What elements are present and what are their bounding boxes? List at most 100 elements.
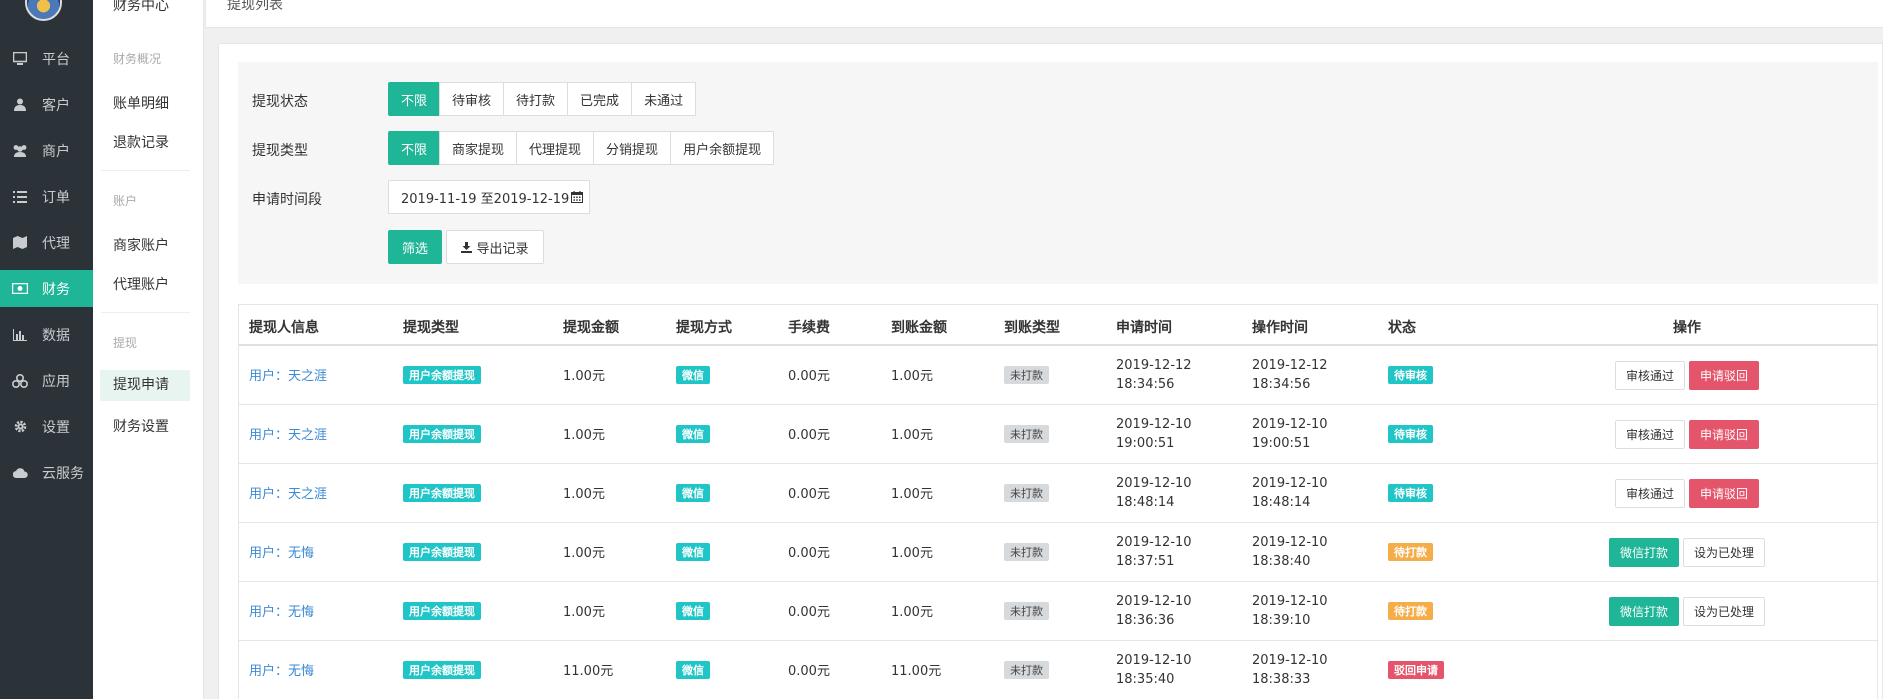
method-badge: 微信	[676, 484, 710, 502]
receive-type-badge: 未打款	[1004, 484, 1049, 502]
type-option-user-balance[interactable]: 用户余额提现	[670, 131, 775, 165]
submenu-item-bills[interactable]: 账单明细	[113, 93, 169, 113]
amount-value: 1.00元	[563, 369, 605, 384]
mark-processed-button[interactable]: 设为已处理	[1683, 538, 1765, 567]
status-option-all[interactable]: 不限	[388, 82, 441, 116]
submenu-item-finance-settings[interactable]: 财务设置	[113, 416, 169, 436]
calendar-icon	[571, 191, 584, 203]
wechat-pay-button[interactable]: 微信打款	[1609, 538, 1679, 567]
status-option-rejected[interactable]: 未通过	[631, 82, 697, 116]
filter-button[interactable]: 筛选	[388, 230, 442, 264]
type-filter-label: 提现类型	[252, 143, 308, 159]
nav-item-settings[interactable]: 设置	[0, 408, 93, 445]
nav-item-agent[interactable]: 代理	[0, 224, 93, 261]
nav-item-apps[interactable]: 应用	[0, 362, 93, 399]
nav-label: 平台	[42, 51, 70, 68]
amount-value: 1.00元	[563, 487, 605, 502]
column-header-actions: 操作	[1673, 320, 1701, 336]
type-badge: 用户余额提现	[403, 543, 481, 561]
finance-submenu: 财务中心 财务概况 账单明细 退款记录 账户 商家账户 代理账户 提现 提现申请…	[93, 0, 204, 699]
topbar-divider	[205, 0, 206, 28]
date-range-input[interactable]: 2019-11-19 至2019-12-19	[388, 180, 590, 214]
type-option-merchant[interactable]: 商家提现	[439, 131, 518, 165]
nav-label: 代理	[42, 235, 70, 252]
submenu-item-merchant-account[interactable]: 商家账户	[113, 235, 169, 255]
receive-type-badge: 未打款	[1004, 543, 1049, 561]
status-option-pending-payment[interactable]: 待打款	[503, 82, 569, 116]
nav-item-customer[interactable]: 客户	[0, 86, 93, 123]
op-time: 2019-12-12 18:34:56	[1252, 358, 1328, 392]
table-row: 用户：天之涯 用户余额提现 1.00元 微信 0.00元 1.00元 未打款 2…	[238, 405, 1878, 464]
export-button-label: 导出记录	[476, 241, 529, 257]
nav-item-merchant[interactable]: 商户	[0, 132, 93, 169]
user-link[interactable]: 用户：天之涯	[249, 365, 327, 384]
column-header-receive-type: 到账类型	[1004, 320, 1060, 336]
nav-label: 客户	[42, 97, 70, 114]
mark-processed-button[interactable]: 设为已处理	[1683, 597, 1765, 626]
amount-value: 1.00元	[563, 605, 605, 620]
nav-item-cloud[interactable]: 云服务	[0, 454, 93, 491]
receive-type-badge: 未打款	[1004, 602, 1049, 620]
breadcrumb[interactable]: 提现列表	[227, 0, 283, 14]
main-nav: 平台 客户 商户 订单 代理 财务 数据 应用 设置 云服务	[0, 0, 93, 699]
table-header: 提现人信息 提现类型 提现金额 提现方式 手续费 到账金额 到账类型 申请时间 …	[238, 304, 1878, 346]
table-row: 用户：无悔 用户余额提现 1.00元 微信 0.00元 1.00元 未打款 20…	[238, 523, 1878, 582]
receive-type-badge: 未打款	[1004, 366, 1049, 384]
received-value: 11.00元	[891, 664, 942, 679]
submenu-divider	[101, 170, 190, 171]
submenu-section-account: 账户	[113, 194, 138, 208]
reject-button[interactable]: 申请驳回	[1689, 420, 1759, 449]
nav-item-finance[interactable]: 财务	[0, 270, 93, 307]
submenu-item-withdraw-apply[interactable]: 提现申请	[100, 370, 190, 401]
table-row: 用户：无悔 用户余额提现 1.00元 微信 0.00元 1.00元 未打款 20…	[238, 582, 1878, 641]
type-badge: 用户余额提现	[403, 661, 481, 679]
status-badge: 驳回申请	[1388, 661, 1444, 679]
status-filter-label: 提现状态	[252, 94, 308, 110]
submenu-item-agent-account[interactable]: 代理账户	[113, 274, 169, 294]
type-option-distribution[interactable]: 分销提现	[593, 131, 672, 165]
method-badge: 微信	[676, 602, 710, 620]
method-badge: 微信	[676, 543, 710, 561]
approve-button[interactable]: 审核通过	[1615, 361, 1685, 390]
approve-button[interactable]: 审核通过	[1615, 420, 1685, 449]
fee-value: 0.00元	[788, 605, 830, 620]
nav-item-data[interactable]: 数据	[0, 316, 93, 353]
received-value: 1.00元	[891, 605, 933, 620]
method-badge: 微信	[676, 366, 710, 384]
approve-button[interactable]: 审核通过	[1615, 479, 1685, 508]
status-option-pending-review[interactable]: 待审核	[439, 82, 505, 116]
nav-label: 数据	[42, 327, 70, 344]
fee-value: 0.00元	[788, 546, 830, 561]
user-link[interactable]: 用户：天之涯	[249, 424, 327, 443]
type-option-agent[interactable]: 代理提现	[516, 131, 595, 165]
wechat-pay-button[interactable]: 微信打款	[1609, 597, 1679, 626]
nav-label: 商户	[42, 143, 70, 160]
status-option-completed[interactable]: 已完成	[567, 82, 633, 116]
export-button[interactable]: 导出记录	[446, 230, 544, 264]
user-link[interactable]: 用户：无悔	[249, 601, 314, 620]
received-value: 1.00元	[891, 546, 933, 561]
user-link[interactable]: 用户：无悔	[249, 660, 314, 679]
user-link[interactable]: 用户：无悔	[249, 542, 314, 561]
reject-button[interactable]: 申请驳回	[1689, 479, 1759, 508]
column-header-received: 到账金额	[891, 320, 947, 336]
nav-item-order[interactable]: 订单	[0, 178, 93, 215]
fee-value: 0.00元	[788, 487, 830, 502]
type-filter-group: 不限 商家提现 代理提现 分销提现 用户余额提现	[388, 131, 775, 165]
nav-label: 订单	[42, 189, 70, 206]
received-value: 1.00元	[891, 369, 933, 384]
status-badge: 待打款	[1388, 602, 1433, 620]
nav-label: 设置	[42, 419, 70, 436]
reject-button[interactable]: 申请驳回	[1689, 361, 1759, 390]
cloud-icon	[12, 465, 28, 481]
op-time: 2019-12-10 18:48:14	[1252, 476, 1328, 510]
nav-item-platform[interactable]: 平台	[0, 40, 93, 77]
period-filter-label: 申请时间段	[252, 192, 322, 208]
apply-time: 2019-12-10 18:48:14	[1116, 476, 1192, 510]
map-icon	[12, 235, 28, 251]
nav-label: 云服务	[42, 465, 84, 482]
user-link[interactable]: 用户：天之涯	[249, 483, 327, 502]
submenu-item-refunds[interactable]: 退款记录	[113, 132, 169, 152]
type-option-all[interactable]: 不限	[388, 131, 441, 165]
method-badge: 微信	[676, 661, 710, 679]
